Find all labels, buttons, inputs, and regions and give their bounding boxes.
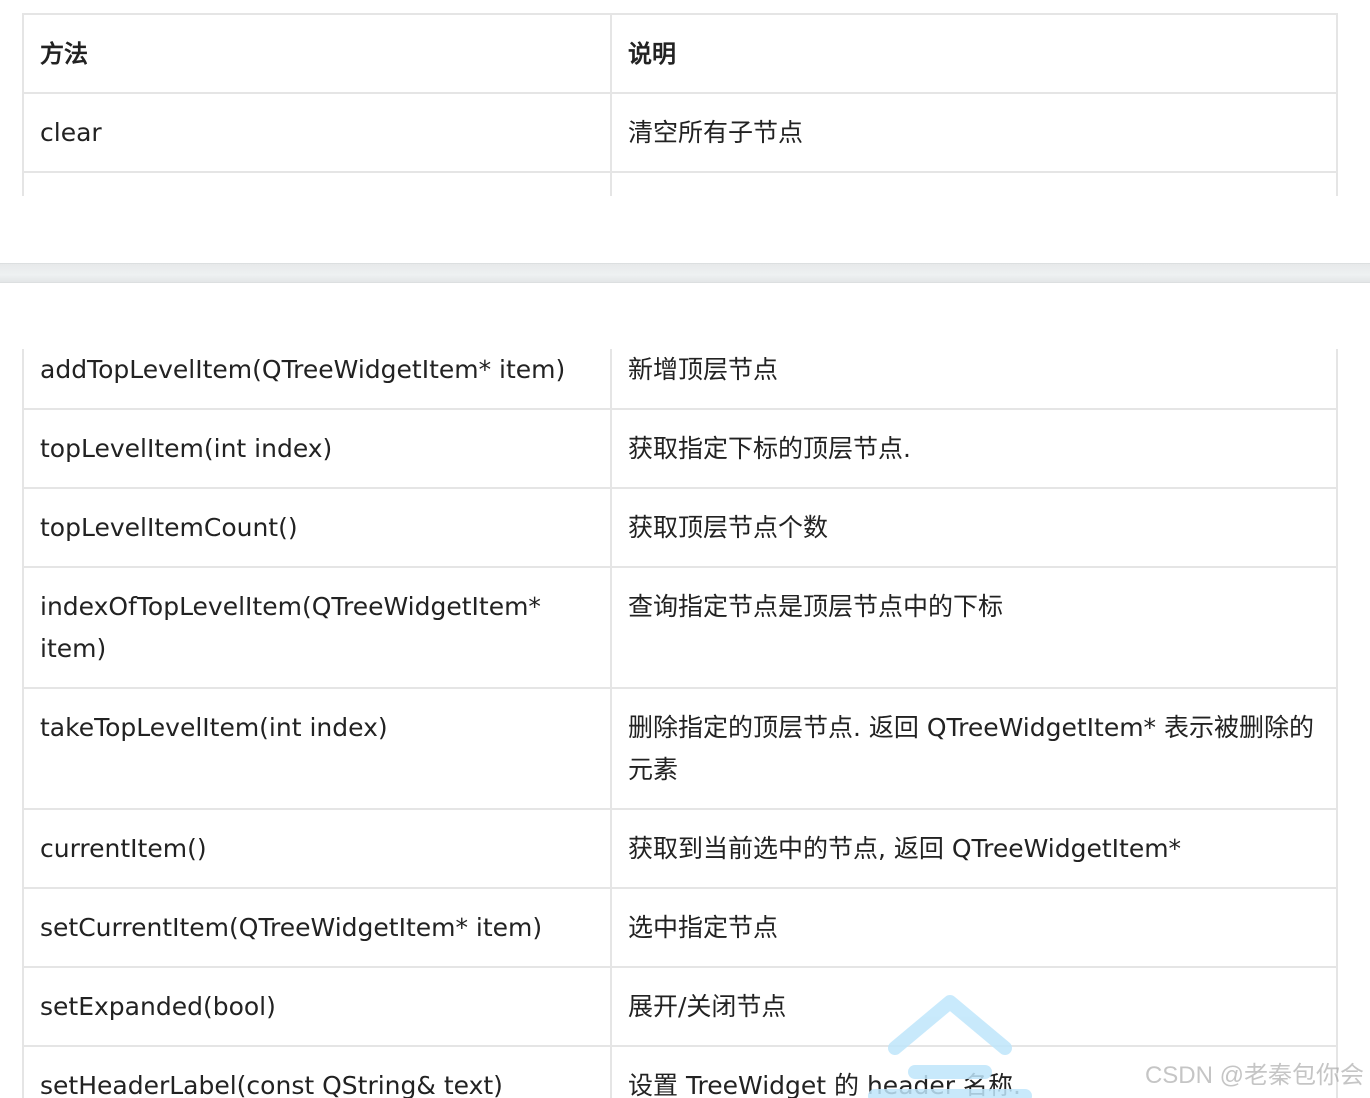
method-cell: currentItem() — [22, 808, 612, 889]
watermark-logo-icon — [868, 995, 1032, 1098]
watermark-text: CSDN @老秦包你会 — [1144, 1062, 1364, 1089]
description-cell: 获取到当前选中的节点, 返回 QTreeWidgetItem* — [610, 808, 1338, 889]
table-row: topLevelItem(int index) 获取指定下标的顶层节点. — [22, 408, 1338, 489]
header-description: 说明 — [610, 13, 1338, 94]
description-cell: 选中指定节点 — [610, 887, 1338, 968]
table-row: topLevelItemCount() 获取顶层节点个数 — [22, 487, 1338, 568]
table-row: addTopLevelItem(QTreeWidgetItem* item) 新… — [22, 349, 1338, 410]
table-row: clear 清空所有子节点 — [22, 92, 1338, 173]
table-row: indexOfTopLevelItem(QTreeWidgetItem* ite… — [22, 566, 1338, 689]
method-cell: topLevelItemCount() — [22, 487, 612, 568]
table-row: currentItem() 获取到当前选中的节点, 返回 QTreeWidget… — [22, 808, 1338, 889]
table-header-row: 方法 说明 — [22, 13, 1338, 94]
bottom-table-fragment: addTopLevelItem(QTreeWidgetItem* item) 新… — [0, 349, 1370, 1098]
table-row: setExpanded(bool) 展开/关闭节点 — [22, 966, 1338, 1047]
description-cell: 删除指定的顶层节点. 返回 QTreeWidgetItem* 表示被删除的元素 — [610, 687, 1338, 810]
method-cell: indexOfTopLevelItem(QTreeWidgetItem* ite… — [22, 566, 612, 689]
method-cell: setExpanded(bool) — [22, 966, 612, 1047]
method-cell: topLevelItem(int index) — [22, 408, 612, 489]
header-method: 方法 — [22, 13, 612, 94]
table-row: setHeaderLabel(const QString& text) 设置 T… — [22, 1045, 1338, 1098]
description-cell: 查询指定节点是顶层节点中的下标 — [610, 566, 1338, 689]
description-cell: 新增顶层节点 — [610, 349, 1338, 410]
method-cell: takeTopLevelItem(int index) — [22, 687, 612, 810]
method-cell: setCurrentItem(QTreeWidgetItem* item) — [22, 887, 612, 968]
description-cell: 清空所有子节点 — [610, 92, 1338, 173]
method-cell: setHeaderLabel(const QString& text) — [22, 1045, 612, 1098]
methods-table-bottom: addTopLevelItem(QTreeWidgetItem* item) 新… — [22, 349, 1338, 1098]
description-cell: 获取指定下标的顶层节点. — [610, 408, 1338, 489]
method-cell: clear — [22, 92, 612, 173]
table-row-cut — [22, 171, 1338, 196]
methods-table-top: 方法 说明 clear 清空所有子节点 — [22, 13, 1338, 196]
top-table-fragment: 方法 说明 clear 清空所有子节点 — [0, 0, 1370, 196]
description-cell-empty — [610, 171, 1338, 196]
method-cell-empty — [22, 171, 612, 196]
method-cell: addTopLevelItem(QTreeWidgetItem* item) — [22, 349, 612, 410]
description-cell: 获取顶层节点个数 — [610, 487, 1338, 568]
section-divider — [0, 263, 1370, 283]
table-row: takeTopLevelItem(int index) 删除指定的顶层节点. 返… — [22, 687, 1338, 810]
table-row: setCurrentItem(QTreeWidgetItem* item) 选中… — [22, 887, 1338, 968]
